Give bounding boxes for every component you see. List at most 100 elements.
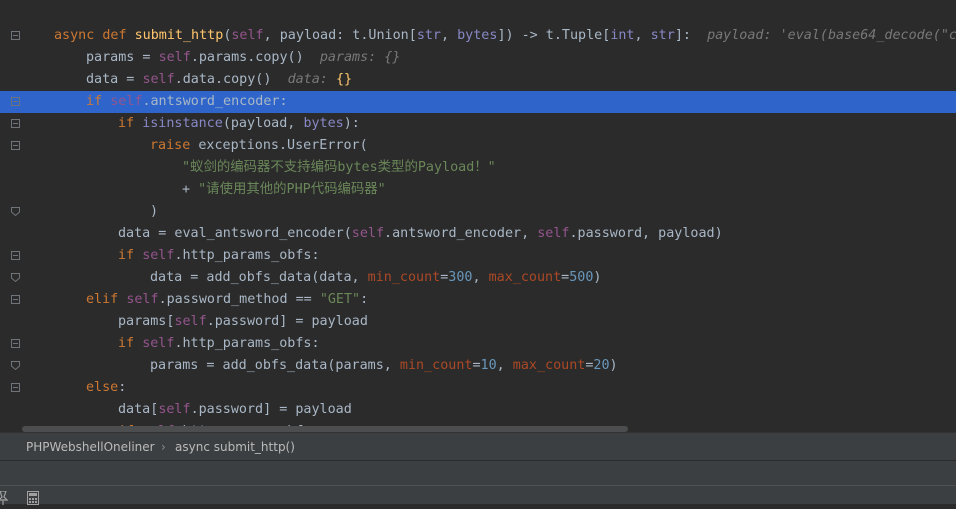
code-token: {} <box>335 72 353 87</box>
code-line-text: raise exceptions.UserError( <box>150 135 368 157</box>
fold-marker-icon[interactable] <box>11 251 20 260</box>
code-token: ]) -> t.Tuple[ <box>497 28 611 43</box>
code-token: , <box>496 358 513 373</box>
code-line[interactable]: data[self.password] = payload <box>0 399 956 421</box>
code-line-text: if self.http_params_obfs: <box>118 333 320 355</box>
code-line[interactable]: "蚁剑的编码器不支持编码bytes类型的Payload！" <box>0 157 956 179</box>
code-token: self <box>142 248 175 263</box>
code-token: .antsword_encoder: <box>142 94 288 109</box>
code-token: = <box>472 358 481 373</box>
code-line[interactable]: data = self.data.copy() data: {} <box>0 69 956 91</box>
code-line[interactable]: params = self.params.copy() params: {} <box>0 47 956 69</box>
code-token: bytes <box>457 28 498 43</box>
code-token: self <box>537 226 570 241</box>
code-token: self <box>351 226 385 241</box>
code-line[interactable]: else: <box>0 377 956 399</box>
fold-marker-icon[interactable] <box>11 31 20 40</box>
code-token: .password, payload) <box>569 226 723 241</box>
breadcrumb-class[interactable]: PHPWebshellOneliner <box>26 433 155 461</box>
code-line-text: "蚁剑的编码器不支持编码bytes类型的Payload！" <box>182 157 496 179</box>
fold-marker-icon[interactable] <box>11 97 20 106</box>
code-token: ) <box>593 270 602 285</box>
code-line[interactable]: async def submit_http(self, payload: t.U… <box>0 25 956 47</box>
fold-marker-icon[interactable] <box>11 339 20 348</box>
pin-icon[interactable] <box>0 490 9 509</box>
code-line-text: data[self.password] = payload <box>118 399 352 421</box>
breadcrumb: PHPWebshellOneliner › async submit_http(… <box>0 432 956 461</box>
fold-marker-icon[interactable] <box>11 273 20 282</box>
code-token: params: {} <box>319 50 401 65</box>
code-token: self <box>158 402 191 417</box>
code-token: self <box>174 314 207 329</box>
code-line[interactable]: if self.antsword_encoder: <box>0 91 956 113</box>
code-token: .data.copy() <box>174 72 288 87</box>
code-line[interactable]: params = add_obfs_data(params, min_count… <box>0 355 956 377</box>
code-token: params = add_obfs_data(params, <box>150 358 400 373</box>
code-token: .password_method == <box>158 292 320 307</box>
code-token: 20 <box>593 358 610 373</box>
code-line-text: elif self.password_method == "GET": <box>86 289 368 311</box>
code-token: if <box>86 94 111 109</box>
code-line-text: + "请使用其他的PHP代码编码器" <box>182 179 386 201</box>
fold-marker-icon[interactable] <box>11 361 20 370</box>
code-token: data: <box>287 72 336 87</box>
code-token: ]: <box>674 28 708 43</box>
code-line-text: if isinstance(payload, bytes): <box>118 113 360 135</box>
code-token: max_count <box>488 270 562 285</box>
fold-marker-icon[interactable] <box>11 207 20 216</box>
calculator-icon[interactable] <box>27 490 39 509</box>
code-token: max_count <box>512 358 586 373</box>
fold-marker-icon[interactable] <box>11 141 20 150</box>
code-line[interactable]: + "请使用其他的PHP代码编码器" <box>0 179 956 201</box>
code-token: data[ <box>118 402 159 417</box>
code-token: min_count <box>399 358 473 373</box>
code-line-text: data = add_obfs_data(data, min_count=300… <box>150 267 601 289</box>
code-token: else <box>86 380 119 395</box>
code-token: , <box>634 28 651 43</box>
fold-marker-icon[interactable] <box>11 119 20 128</box>
code-token: + <box>182 182 199 197</box>
code-token: elif <box>86 292 127 307</box>
code-line-text: data = self.data.copy() data: {} <box>86 69 352 91</box>
code-token: isinstance <box>142 116 223 131</box>
fold-marker-icon[interactable] <box>11 383 20 392</box>
code-token: payload: 'eval(base64_decode("c3 <box>707 28 956 43</box>
code-token: , <box>441 28 458 43</box>
fold-marker-icon[interactable] <box>11 295 20 304</box>
code-token: "GET" <box>319 292 361 307</box>
code-line[interactable]: if self.http_params_obfs: <box>0 245 956 267</box>
code-token: : <box>118 380 127 395</box>
code-token: data = <box>86 72 143 87</box>
code-token: , <box>472 270 489 285</box>
code-editor[interactable]: async def submit_http(self, payload: t.U… <box>0 0 956 432</box>
code-token: self <box>142 72 175 87</box>
code-token: 500 <box>569 270 594 285</box>
code-token: min_count <box>367 270 441 285</box>
code-line[interactable]: if isinstance(payload, bytes): <box>0 113 956 135</box>
code-line[interactable]: if self.http_params_obfs: <box>0 333 956 355</box>
code-line[interactable]: data = add_obfs_data(data, min_count=300… <box>0 267 956 289</box>
code-line-text: if self.antsword_encoder: <box>86 91 288 113</box>
breadcrumb-separator: › <box>161 440 166 454</box>
code-line[interactable]: elif self.password_method == "GET": <box>0 289 956 311</box>
code-line[interactable]: data = eval_antsword_encoder(self.antswo… <box>0 223 956 245</box>
code-line[interactable]: raise exceptions.UserError( <box>0 135 956 157</box>
code-token: self <box>231 28 264 43</box>
code-token: .params.copy() <box>190 50 320 65</box>
code-token: str <box>650 28 675 43</box>
code-token: if <box>118 116 143 131</box>
code-token: "请使用其他的PHP代码编码器" <box>198 182 386 197</box>
code-token: raise <box>150 138 199 153</box>
breadcrumb-method[interactable]: async submit_http() <box>175 433 295 461</box>
code-token: (payload, <box>222 116 304 131</box>
code-line[interactable]: params[self.password] = payload <box>0 311 956 333</box>
code-token: if <box>118 248 143 263</box>
code-line-text: params[self.password] = payload <box>118 311 368 333</box>
code-token: bytes <box>303 116 344 131</box>
code-token: data = eval_antsword_encoder( <box>118 226 352 241</box>
code-token: params = <box>86 50 159 65</box>
code-line[interactable]: ) <box>0 201 956 223</box>
code-token: params[ <box>118 314 175 329</box>
code-token: .password] = payload <box>190 402 352 417</box>
code-token: 10 <box>480 358 497 373</box>
